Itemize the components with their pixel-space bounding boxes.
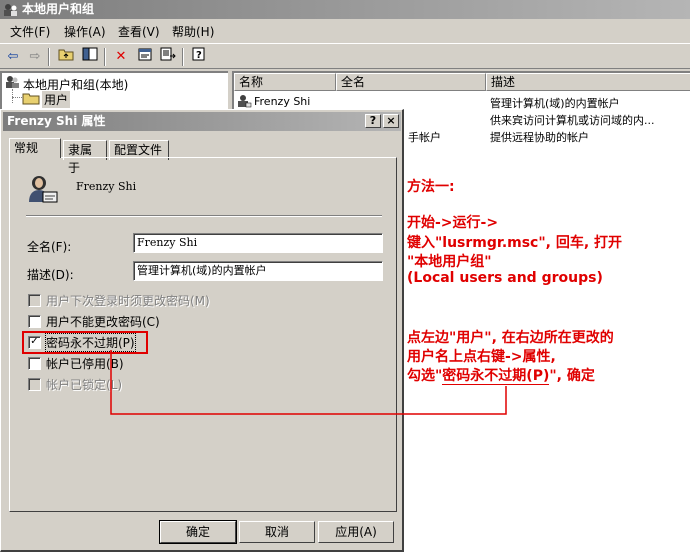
annotation-line-1: 方法一: (407, 179, 455, 195)
table-row[interactable]: Frenzy Shi 管理计算机(域)的内置帐户 (234, 93, 690, 110)
column-header-fullname[interactable]: 全名 (336, 73, 486, 91)
column-header-name[interactable]: 名称 (234, 73, 336, 91)
dialog-title-bar: Frenzy Shi 属性 ? × (3, 112, 401, 131)
window-title: 本地用户和组 (22, 2, 95, 16)
annotation-line-7: 用户名上点右键->属性, (407, 349, 556, 365)
apply-button[interactable]: 应用(A) (318, 521, 394, 543)
tree-item-users[interactable]: 用户 (42, 91, 71, 108)
annotation-line-3: 键入"lusrmgr.msc", 回车, 打开 (407, 235, 623, 251)
annotation-line-6: 点左边"用户", 在右边所在更改的 (407, 330, 614, 346)
help-button[interactable]: ? (365, 114, 381, 128)
show-hide-tree-icon[interactable] (79, 47, 101, 67)
menu-bar: 文件(F) 操作(A) 查看(V) 帮助(H) (0, 20, 690, 42)
password-never-expires-checkbox[interactable]: ✓ (28, 336, 41, 349)
svg-text:?: ? (196, 50, 202, 61)
cell-fullname: 手帐户 (408, 131, 441, 144)
password-never-expires-label: 密码永不过期(P) (45, 333, 136, 352)
menu-help[interactable]: 帮助(H) (172, 23, 214, 40)
user-avatar-icon (25, 174, 59, 209)
cannot-change-password-checkbox[interactable] (28, 315, 41, 328)
cancel-button[interactable]: 取消 (239, 521, 315, 543)
properties-icon[interactable] (134, 47, 156, 67)
cell-description: 提供远程协助的帐户 (490, 131, 589, 144)
dialog-title: Frenzy Shi 属性 (7, 114, 106, 128)
toolbar: ⇦ ⇨ ✕ ? (0, 43, 690, 69)
annotation-text: 勾选" (407, 368, 443, 384)
menu-action[interactable]: 操作(A) (64, 23, 106, 40)
folder-icon (22, 91, 40, 108)
cell-description: 供来宾访问计算机或访问域的内... (490, 114, 655, 127)
up-folder-icon[interactable] (55, 47, 77, 67)
cannot-change-password-label: 用户不能更改密码(C) (46, 315, 160, 329)
tab-general[interactable]: 常规 (9, 138, 61, 158)
column-header-description[interactable]: 描述 (486, 73, 690, 91)
tab-panel-general: Frenzy Shi 全名(F): Frenzy Shi 描述(D): 管理计算… (9, 157, 397, 512)
must-change-password-checkbox[interactable] (28, 294, 41, 307)
annotation-line-5: (Local users and groups) (407, 270, 603, 286)
must-change-password-label: 用户下次登录时须更改密码(M) (46, 294, 210, 308)
close-button[interactable]: × (383, 114, 399, 128)
account-disabled-checkbox[interactable] (28, 357, 41, 370)
forward-icon[interactable]: ⇨ (24, 47, 46, 67)
description-label: 描述(D): (27, 268, 74, 282)
window-title-bar: 本地用户和组 (0, 0, 690, 19)
cell-name: Frenzy Shi (254, 95, 311, 108)
description-field[interactable]: 管理计算机(域)的内置帐户 (133, 261, 383, 281)
divider (26, 215, 382, 217)
dialog-username: Frenzy Shi (76, 180, 137, 193)
fullname-label: 全名(F): (27, 240, 72, 254)
toolbar-separator (104, 48, 106, 66)
fullname-field[interactable]: Frenzy Shi (133, 233, 383, 253)
ok-button[interactable]: 确定 (159, 520, 237, 544)
menu-view[interactable]: 查看(V) (118, 23, 160, 40)
delete-icon[interactable]: ✕ (110, 47, 132, 67)
toolbar-separator (182, 48, 184, 66)
annotation-highlight: 密码永不过期(P) (442, 368, 550, 385)
annotation-text: ", 确定 (549, 368, 595, 384)
help-icon[interactable]: ? (188, 47, 210, 67)
toolbar-separator (48, 48, 50, 66)
tree-line (12, 97, 22, 98)
properties-dialog: Frenzy Shi 属性 ? × 常规 隶属于 配置文件 Frenzy Shi… (0, 109, 404, 552)
annotation-line-4: "本地用户组" (407, 254, 492, 270)
annotation-line-2: 开始->运行-> (407, 215, 499, 231)
cell-description: 管理计算机(域)的内置帐户 (490, 97, 620, 110)
tree-line (12, 89, 13, 103)
annotation-line-8: 勾选"密码永不过期(P)", 确定 (407, 365, 595, 385)
account-locked-label: 帐户已锁定(L) (46, 378, 123, 392)
account-locked-checkbox[interactable] (28, 378, 41, 391)
export-list-icon[interactable] (157, 47, 179, 67)
back-icon[interactable]: ⇦ (2, 47, 24, 67)
menu-file[interactable]: 文件(F) (10, 23, 50, 40)
account-disabled-label: 帐户已停用(B) (46, 357, 124, 371)
